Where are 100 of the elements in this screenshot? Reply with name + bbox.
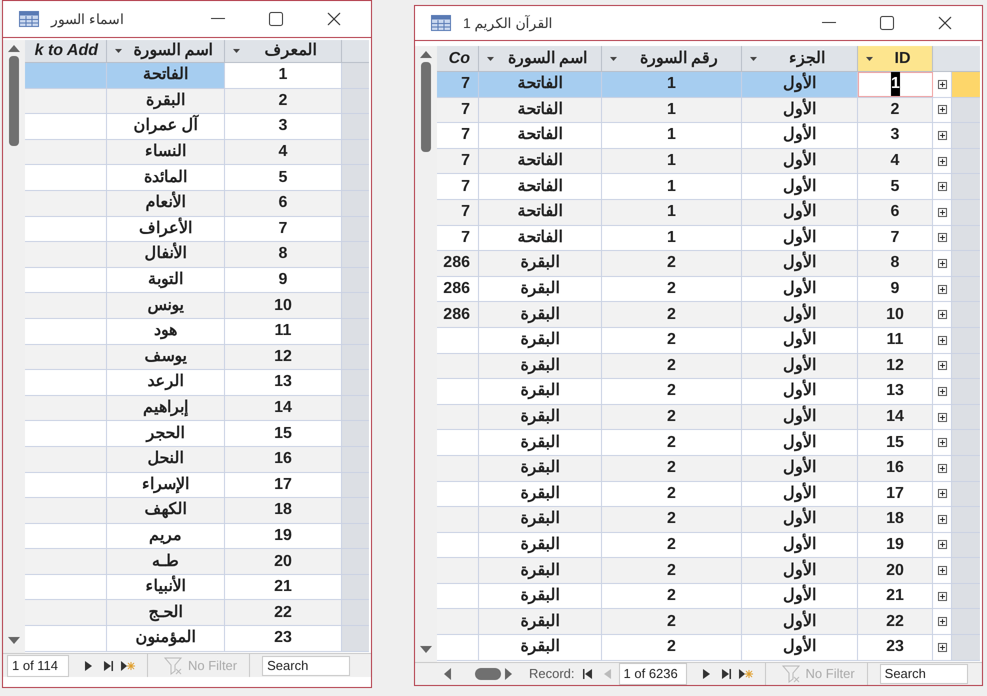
expand-icon[interactable] [938,386,946,396]
table-cell[interactable]: 11 [858,328,933,353]
expand-icon[interactable] [938,489,946,498]
expand-icon[interactable] [938,566,946,576]
dropdown-caret-icon[interactable] [487,56,494,60]
expand-icon[interactable] [938,336,946,345]
close-icon[interactable] [327,12,341,26]
dropdown-caret-icon[interactable] [610,56,617,60]
table-cell: 18 [225,498,342,523]
table-cell[interactable]: 20 [858,558,933,583]
vertical-scrollbar[interactable] [3,40,25,653]
table-cell: البقرة [479,635,602,660]
column-header[interactable]: اسم السورة [479,46,602,71]
table-cell[interactable]: 23 [858,635,933,660]
new-record-icon[interactable] [738,669,753,679]
scroll-thumb[interactable] [9,56,19,146]
column-header[interactable]: k to Add [25,40,107,62]
table-cell: 2 [602,430,742,455]
dropdown-caret-icon[interactable] [115,49,122,53]
expand-icon[interactable] [938,361,946,370]
table-cell[interactable]: 7 [858,226,933,250]
column-header[interactable]: رقم السورة [602,46,742,71]
next-record-icon[interactable] [702,669,710,679]
column-header[interactable]: المعرف [225,40,342,62]
expand-icon[interactable] [938,156,946,166]
expand-icon[interactable] [938,642,946,652]
dropdown-caret-icon[interactable] [750,56,757,60]
table-cell[interactable]: 5 [858,174,933,199]
vertical-scrollbar[interactable] [415,46,437,662]
last-record-icon[interactable] [104,660,113,670]
table-cell[interactable]: 19 [858,532,933,558]
table-cell[interactable]: 3 [858,123,933,148]
expand-icon[interactable] [938,284,946,294]
table-cell[interactable]: 4 [858,148,933,174]
previous-record-icon[interactable] [604,669,611,679]
expand-icon[interactable] [938,464,946,473]
search-field[interactable]: Search [262,656,350,676]
table-cell: البقرة [479,482,602,506]
table-cell[interactable]: 17 [858,482,933,506]
table-cell[interactable]: 13 [858,379,933,404]
column-header[interactable]: Co [437,46,479,71]
dropdown-caret-icon[interactable] [866,56,873,60]
column-header[interactable]: ID [858,46,933,71]
expand-icon[interactable] [938,438,946,448]
table-cell[interactable]: 1 [858,72,933,97]
table-cell[interactable]: 14 [858,404,933,430]
expand-icon[interactable] [938,592,946,601]
expand-icon[interactable] [938,208,946,217]
expand-icon[interactable] [938,617,946,626]
scroll-up-icon[interactable] [8,44,20,52]
expand-icon[interactable] [938,105,946,114]
minimize-icon[interactable] [211,18,225,20]
expand-icon[interactable] [938,540,946,550]
close-icon[interactable] [938,16,952,30]
first-record-icon[interactable] [582,669,592,679]
expand-icon[interactable] [938,310,946,320]
expand-icon[interactable] [938,80,946,89]
scroll-up-icon[interactable] [420,50,432,58]
table-cell[interactable]: 21 [858,584,933,608]
column-header[interactable]: اسم السورة [107,40,225,62]
dropdown-caret-icon[interactable] [233,49,240,53]
expand-icon[interactable] [938,130,946,140]
table-cell[interactable]: 9 [858,276,933,302]
table-cell: 2 [602,635,742,660]
last-record-icon[interactable] [722,669,731,679]
expand-icon[interactable] [938,233,946,242]
expand-icon[interactable] [938,412,946,422]
search-field[interactable]: Search [880,664,968,684]
table-cell[interactable]: 12 [858,354,933,378]
next-record-icon[interactable] [85,660,92,670]
table-cell[interactable]: 16 [858,456,933,480]
table-cell: الأول [742,328,858,353]
scroll-thumb[interactable] [421,62,431,152]
column-header[interactable]: الجزء [742,46,858,71]
table-cell[interactable]: 10 [858,302,933,327]
filter-icon[interactable] [782,665,802,683]
table-icon [431,15,451,31]
table-cell: 12 [225,344,342,370]
scroll-right-icon[interactable] [505,668,513,680]
expand-icon[interactable] [938,182,946,192]
table-cell[interactable]: 2 [858,98,933,122]
minimize-icon[interactable] [822,22,836,24]
table-cell[interactable]: 6 [858,200,933,225]
expand-icon[interactable] [938,258,946,268]
filter-icon[interactable] [164,656,184,674]
table-cell[interactable]: 8 [858,251,933,276]
record-number-field[interactable]: 1 of 114 [7,654,69,676]
new-record-icon[interactable] [121,660,135,670]
table-cell[interactable]: 15 [858,430,933,455]
table-cell: البقرة [479,404,602,430]
table-cell[interactable]: 18 [858,507,933,532]
record-number-field[interactable]: 1 of 6236 [618,663,687,685]
maximize-icon[interactable] [269,12,283,26]
scroll-left-icon[interactable] [443,668,451,680]
maximize-icon[interactable] [880,16,894,30]
table-cell[interactable]: 22 [858,609,933,634]
scroll-down-icon[interactable] [8,637,20,645]
horizontal-scroll-thumb[interactable] [475,668,501,680]
expand-icon[interactable] [938,514,946,524]
scroll-down-icon[interactable] [420,646,432,654]
